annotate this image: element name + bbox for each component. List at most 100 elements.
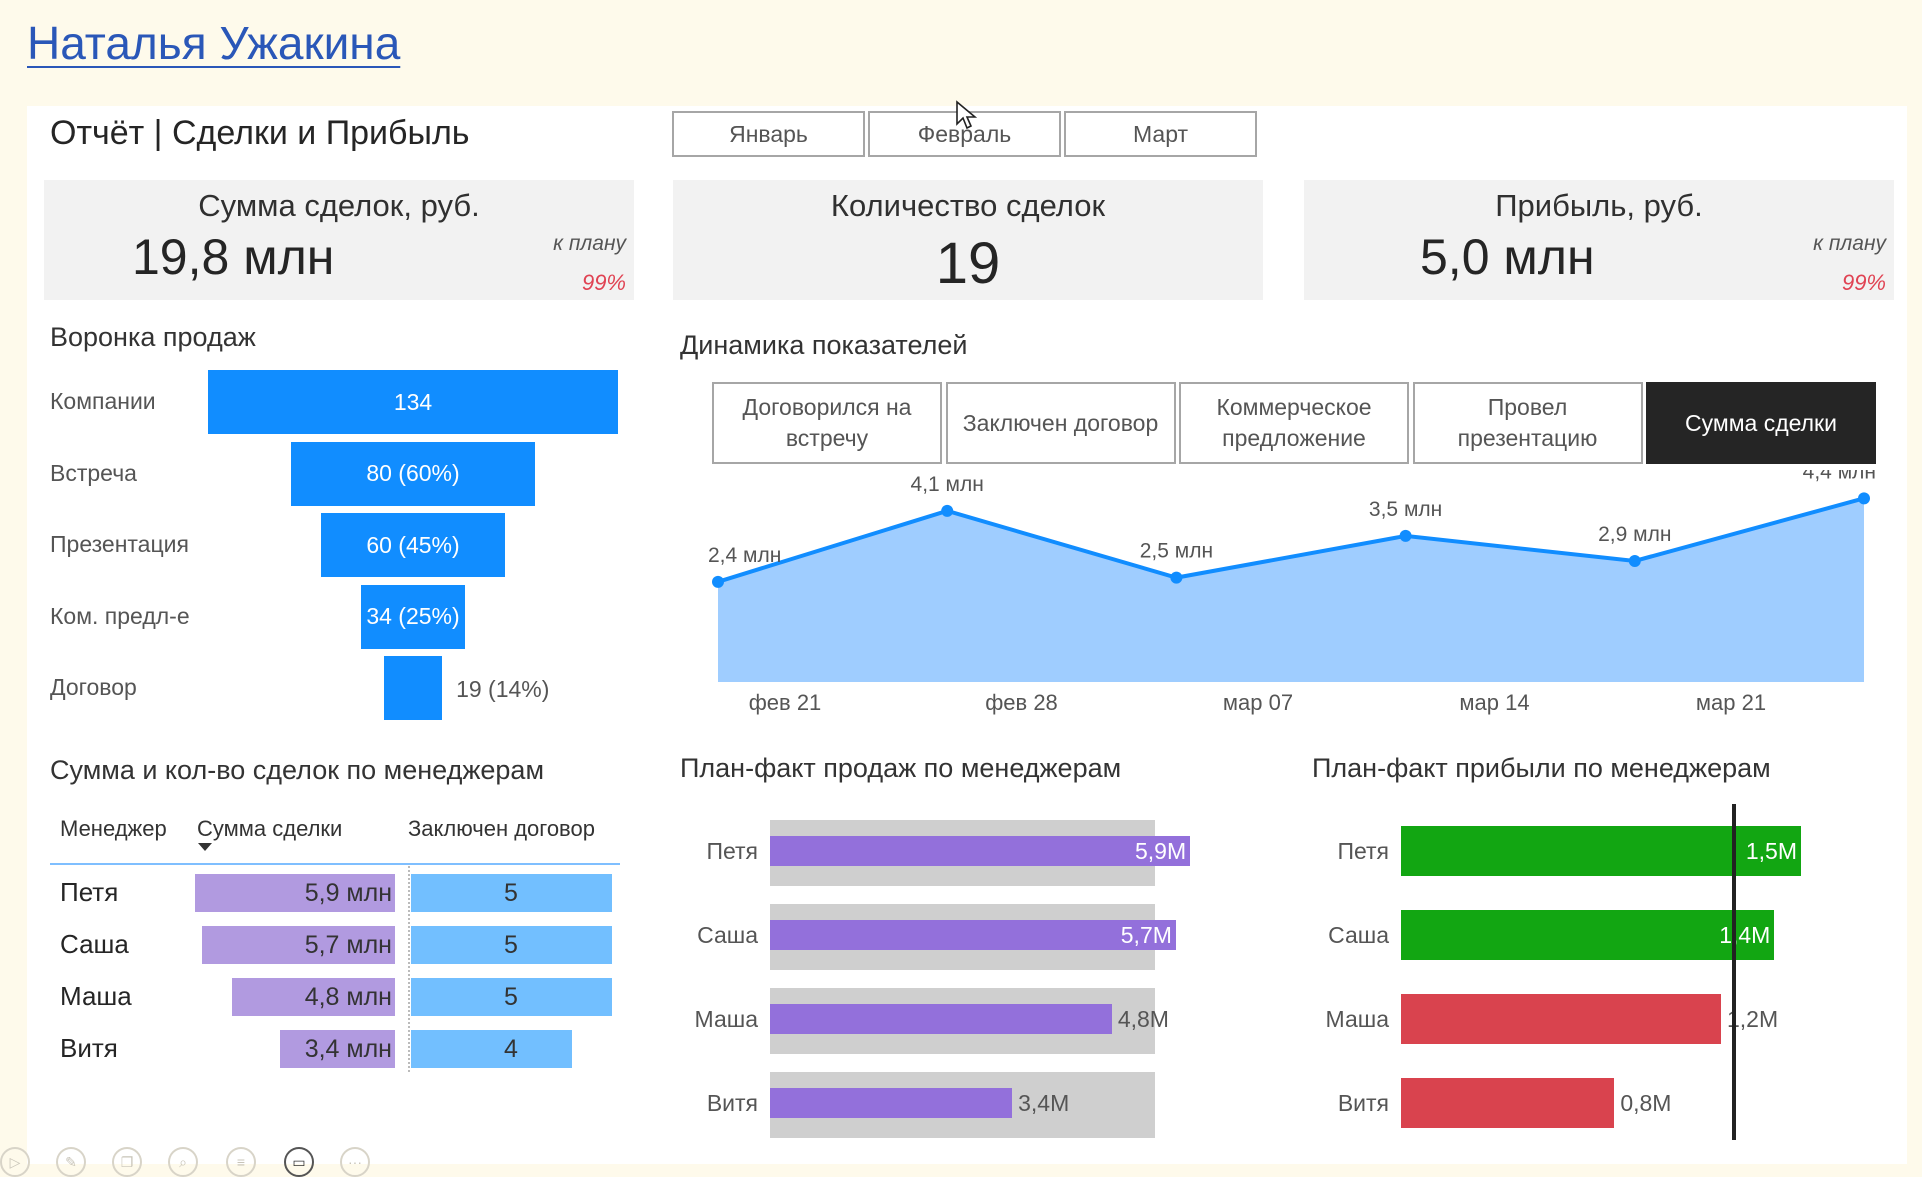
table-column-divider <box>408 866 410 1072</box>
funnel-bar[interactable]: 34 (25%) <box>360 584 465 649</box>
kpi-deal-sum-plan-pct: 99% <box>581 270 626 295</box>
camera-icon[interactable]: ▭ <box>284 1147 314 1177</box>
kpi-deal-sum-card: Сумма сделок, руб. 19,8 млн к плану 99% <box>44 180 634 300</box>
planfact-manager-label: Витя <box>1337 1090 1389 1116</box>
funnel-title: Воронка продаж <box>50 322 256 352</box>
month-january-button[interactable]: Январь <box>672 111 865 157</box>
dynamics-x-tick: мар 21 <box>1696 690 1766 715</box>
funnel-bar[interactable]: 134 <box>208 370 618 434</box>
planfact-manager-label: Саша <box>697 922 758 948</box>
contract-count-bar: 5 <box>411 926 612 964</box>
planfact-actual-bar[interactable] <box>770 1004 1112 1034</box>
funnel-label: Встреча <box>50 459 137 486</box>
planfact-value-label: 3,4M <box>1018 1090 1070 1116</box>
planfact-value-label: 4,8M <box>1117 1006 1169 1032</box>
dynamics-data-label: 3,5 млн <box>1369 498 1442 521</box>
dynamics-area-chart: 2,4 млн 4,1 млн 2,5 млн 3,5 млн 2,9 млн 4,4 м… <box>708 470 1876 715</box>
planfact-manager-label: Витя <box>706 1090 758 1116</box>
dynamics-x-tick: фев 21 <box>749 690 822 715</box>
planfact-value-label: 0,8M <box>1620 1090 1672 1116</box>
tab-commercial-offer[interactable]: Коммерческое предложение <box>1179 382 1409 464</box>
contract-count-bar: 5 <box>411 874 612 912</box>
planfact-manager-label: Маша <box>1325 1006 1389 1032</box>
contract-count-bar: 5 <box>411 978 612 1016</box>
col-header-contract[interactable]: Заключен договор <box>408 816 595 842</box>
dynamics-data-label: 4,4 млн <box>1803 470 1876 483</box>
dynamics-point <box>1170 571 1183 584</box>
funnel-label: Договор <box>50 674 137 700</box>
planfact-value-label: 5,7M <box>1120 922 1172 948</box>
manager-name: Саша <box>60 929 129 959</box>
dynamics-area <box>718 498 1864 682</box>
kpi-deal-count-title: Количество сделок <box>830 188 1106 223</box>
sales-planfact-title: План-факт продаж по менеджерам <box>680 753 1122 783</box>
planfact-actual-bar[interactable] <box>1401 994 1721 1044</box>
dynamics-x-tick: мар 07 <box>1223 690 1293 715</box>
funnel-label: Компании <box>50 388 156 414</box>
planfact-manager-label: Маша <box>694 1006 758 1032</box>
funnel-value-label: 19 (14%) <box>456 676 550 702</box>
more-icon[interactable]: ··· <box>340 1147 370 1177</box>
tab-presentation[interactable]: Провел презентацию <box>1412 382 1643 464</box>
kpi-profit-card: Прибыль, руб. 5,0 млн к плану 99% <box>1304 180 1894 300</box>
planfact-manager-label: Петя <box>1337 838 1389 864</box>
dynamics-point <box>941 504 954 517</box>
contract-count-bar: 4 <box>411 1030 572 1068</box>
managers-table-title: Сумма и кол-во сделок по менеджерам <box>50 755 545 785</box>
kpi-profit-plan-pct: 99% <box>1841 270 1886 295</box>
play-icon[interactable]: ▷ <box>0 1147 30 1177</box>
manager-name: Маша <box>60 981 132 1011</box>
month-march-button[interactable]: Март <box>1064 111 1257 157</box>
planfact-actual-bar[interactable] <box>770 836 1191 866</box>
funnel-bar[interactable]: 60 (45%) <box>321 513 505 577</box>
planfact-value-label: 1,4M <box>1719 922 1771 948</box>
mouse-cursor-icon <box>956 100 977 130</box>
dynamics-point <box>712 575 724 588</box>
presentation-toolbar: ▷ ✎ ❐ ⌕ ≡ ▭ ··· <box>0 1143 400 1177</box>
kpi-deal-count-card: Количество сделок 19 <box>673 180 1263 300</box>
kpi-profit-value: 5,0 млн <box>1420 229 1595 285</box>
tab-contract-signed[interactable]: Заключен договор <box>945 382 1176 464</box>
dynamics-x-tick: фев 28 <box>985 690 1058 715</box>
dynamics-point <box>1858 492 1870 505</box>
kpi-profit-title: Прибыль, руб. <box>1495 188 1703 223</box>
profit-planfact-title: План-факт прибыли по менеджерам <box>1312 753 1771 783</box>
copy-icon[interactable]: ❐ <box>112 1147 142 1177</box>
dynamics-x-tick: мар 14 <box>1459 690 1529 715</box>
kpi-profit-plan-label: к плану <box>1813 232 1886 255</box>
dynamics-data-label: 2,9 млн <box>1598 523 1671 546</box>
dynamics-point <box>1628 554 1641 567</box>
planfact-manager-label: Саша <box>1328 922 1389 948</box>
dynamics-data-label: 2,4 млн <box>708 544 781 567</box>
planfact-value-label: 5,9M <box>1135 838 1187 864</box>
tab-deal-sum[interactable]: Сумма сделки <box>1646 382 1876 464</box>
contract-count-value: 5 <box>504 983 518 1011</box>
dynamics-data-label: 2,5 млн <box>1140 540 1213 563</box>
planfact-value-label: 1,5M <box>1745 838 1797 864</box>
planfact-actual-bar[interactable] <box>770 1088 1013 1118</box>
contract-count-value: 5 <box>504 931 518 959</box>
manager-name: Витя <box>60 1033 118 1063</box>
author-link[interactable]: Наталья Ужакина <box>27 16 400 70</box>
dynamics-data-label: 4,1 млн <box>911 473 984 496</box>
funnel-bar[interactable]: 80 (60%) <box>290 441 536 506</box>
tab-meeting-agreed[interactable]: Договорился на встречу <box>712 382 942 464</box>
deal-sum-bar: 5,9 млн <box>195 874 395 912</box>
subtitles-icon[interactable]: ≡ <box>226 1147 256 1177</box>
pen-icon[interactable]: ✎ <box>56 1147 86 1177</box>
contract-count-value: 5 <box>504 879 518 907</box>
zoom-icon[interactable]: ⌕ <box>168 1147 198 1177</box>
col-header-manager[interactable]: Менеджер <box>60 816 167 842</box>
deal-sum-bar: 3,4 млн <box>279 1030 395 1068</box>
col-header-deal-sum[interactable]: Сумма сделки <box>197 816 342 842</box>
contract-count-value: 4 <box>504 1035 518 1063</box>
table-header-divider <box>50 863 620 865</box>
planfact-actual-bar[interactable] <box>1401 1078 1615 1128</box>
funnel-bar[interactable] <box>383 656 443 720</box>
plan-marker-line <box>1732 804 1737 1140</box>
funnel-label: Ком. предл-е <box>50 602 190 629</box>
dynamics-point <box>1399 529 1412 542</box>
kpi-deal-sum-title: Сумма сделок, руб. <box>198 188 480 223</box>
deal-sum-bar: 5,7 млн <box>201 926 395 964</box>
sort-desc-icon <box>198 843 212 851</box>
